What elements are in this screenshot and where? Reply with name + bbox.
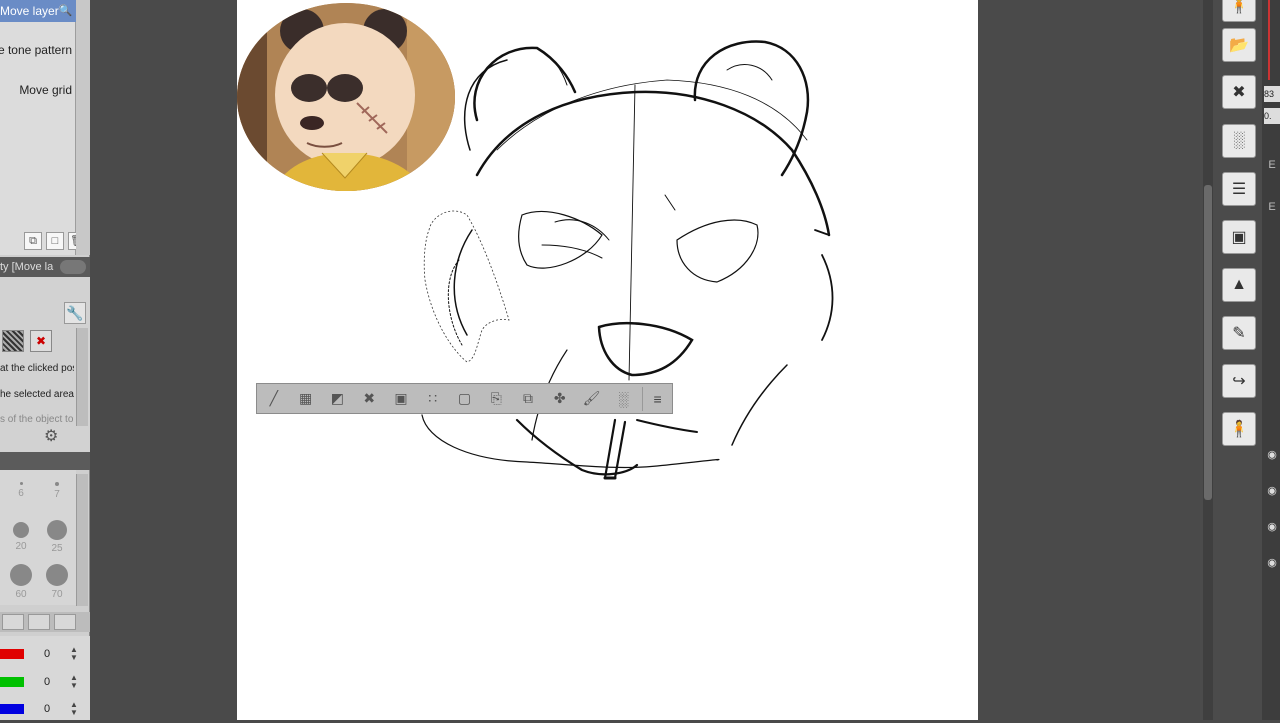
tone-icon[interactable]: ░ [1222, 124, 1256, 158]
blue-value[interactable]: 0 [44, 703, 64, 715]
stepper-icon[interactable]: ▲ ▼ [70, 674, 78, 690]
import-icon[interactable]: ↪ [1222, 364, 1256, 398]
edit-icon[interactable]: ✎ [1222, 316, 1256, 350]
side-value[interactable]: 83 [1264, 86, 1280, 102]
eye-icon[interactable]: ◉ [1265, 448, 1279, 462]
scale-icon[interactable]: ✤ [547, 387, 573, 411]
red-value[interactable]: 0 [44, 648, 64, 660]
figure-icon[interactable]: 🧍 [1222, 412, 1256, 446]
brush-size-panel: 6 7 20 25 60 70 [0, 470, 76, 605]
tool-property-title: ty [Move la [0, 261, 54, 273]
sub-tool-tone-pattern[interactable]: e tone pattern [0, 39, 76, 61]
sub-tool-move-grid[interactable]: Move grid [0, 79, 76, 101]
brush-size-70[interactable]: 70 [39, 564, 75, 600]
settings-icon[interactable]: ⚙ [44, 426, 58, 446]
left-panel: Move layer 🔍 e tone pattern Move grid ⧉ … [0, 0, 90, 720]
color-tab[interactable] [54, 614, 76, 630]
scroll-thumb[interactable] [1204, 185, 1212, 500]
pattern-icon[interactable]: ░ [610, 387, 636, 411]
brush-size-60[interactable]: 60 [3, 564, 39, 600]
tool-property-header: ty [Move la [0, 257, 90, 277]
copy-icon[interactable]: ⎘ [483, 387, 509, 411]
brush-size-6[interactable]: 6 [3, 482, 39, 499]
eye-icon[interactable]: ◉ [1265, 484, 1279, 498]
color-tab[interactable] [2, 614, 24, 630]
3d-icon[interactable]: ▣ [1222, 220, 1256, 254]
brush-size-7[interactable]: 7 [39, 482, 75, 500]
tone-buttons: ✖ [2, 330, 52, 352]
flip-icon[interactable]: ✖ [1222, 75, 1256, 109]
side-value[interactable]: 0. [1264, 108, 1280, 124]
property-scrollbar[interactable] [76, 328, 88, 426]
sub-tool-label: e tone pattern [0, 43, 72, 57]
bucket-icon[interactable]: 🖌 [579, 387, 605, 411]
side-letter: E [1268, 201, 1276, 213]
rgb-sliders: 0 ▲ ▼ 0 ▲ ▼ 0 ▲ ▼ [0, 636, 90, 720]
selection-frame-icon[interactable]: ▢ [452, 387, 478, 411]
dots-icon[interactable]: ∷ [420, 387, 446, 411]
sub-tool-label: Move layer [0, 4, 59, 18]
select-rect-icon[interactable]: ▦ [293, 387, 319, 411]
property-text: at the clicked pos [0, 363, 74, 374]
selection-launcher-toolbar: ╱ ▦ ◩ ✖ ▣ ∷ ▢ ⎘ ⧉ ✤ 🖌 ░ ≡ [256, 383, 673, 414]
color-tab[interactable] [28, 614, 50, 630]
blue-row: 0 ▲ ▼ [0, 698, 90, 720]
stepper-icon[interactable]: ▲ ▼ [70, 701, 78, 717]
green-row: 0 ▲ ▼ [0, 671, 90, 693]
wrench-icon[interactable]: 🔧 [64, 302, 86, 324]
brush-size-25[interactable]: 25 [39, 520, 75, 554]
brush-scrollbar[interactable] [76, 474, 88, 606]
grid-remove-icon[interactable]: ✖ [30, 330, 52, 352]
panel-divider [0, 452, 90, 470]
red-bar[interactable] [0, 649, 24, 659]
eye-icon[interactable]: ◉ [1265, 520, 1279, 534]
property-text: s of the object to [0, 414, 74, 425]
sub-tool-label: Move grid [19, 83, 72, 97]
copy-subtool-icon[interactable]: ⧉ [24, 232, 42, 250]
color-tabs [0, 612, 90, 632]
reference-image[interactable] [237, 3, 455, 191]
brush-size-20[interactable]: 20 [3, 522, 39, 552]
property-toggle[interactable] [60, 260, 86, 274]
redline [1268, 0, 1270, 80]
red-row: 0 ▲ ▼ [0, 643, 90, 665]
tone-pattern-icon[interactable] [2, 330, 24, 352]
move-layer-icon[interactable]: 📂 [1222, 28, 1256, 62]
layer-tool-column: 🧍 📂 ✖ ░ ☰ ▣ ▲ ✎ ↪ 🧍 [1216, 0, 1262, 460]
new-subtool-icon[interactable]: □ [46, 232, 64, 250]
sub-tool-scrollbar[interactable] [76, 0, 90, 255]
grip-icon[interactable]: ≡ [642, 386, 672, 411]
panda-portrait [237, 3, 455, 191]
sub-tool-list: Move layer 🔍 e tone pattern Move grid ⧉ … [0, 0, 86, 255]
eye-icon[interactable]: ◉ [1265, 556, 1279, 570]
stepper-icon[interactable]: ▲ ▼ [70, 646, 78, 662]
green-bar[interactable] [0, 677, 24, 687]
side-letter: E [1268, 159, 1276, 171]
paste-icon[interactable]: ⧉ [515, 387, 541, 411]
property-text: he selected area [0, 389, 74, 400]
green-value[interactable]: 0 [44, 676, 64, 688]
expand-icon[interactable]: ✖ [356, 387, 382, 411]
blue-bar[interactable] [0, 704, 24, 714]
shrink-icon[interactable]: ▣ [388, 387, 414, 411]
right-scrollbar[interactable] [1203, 0, 1213, 720]
search-icon[interactable]: 🔍 [59, 4, 73, 18]
layer-panel-edge: 83 0. E E ◉ ◉ ◉ ◉ [1262, 0, 1280, 720]
fill-half-icon[interactable]: ◩ [325, 387, 351, 411]
sub-tool-move-layer[interactable]: Move layer 🔍 [0, 0, 76, 22]
image-icon[interactable]: ▲ [1222, 268, 1256, 302]
figure-top-icon[interactable]: 🧍 [1222, 0, 1256, 22]
transform-icon[interactable]: ╱ [261, 387, 287, 411]
layer-list-icon[interactable]: ☰ [1222, 172, 1256, 206]
